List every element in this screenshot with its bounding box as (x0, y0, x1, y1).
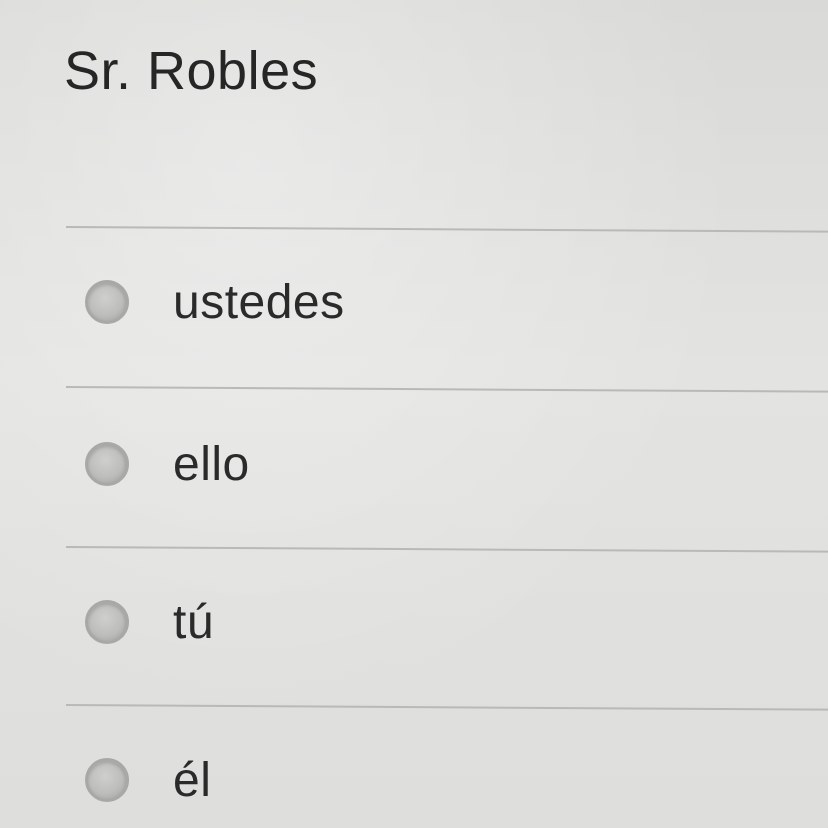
radio-button[interactable] (85, 280, 129, 324)
answer-option-ello[interactable]: ello (85, 434, 250, 494)
divider (65, 546, 828, 553)
radio-button[interactable] (85, 442, 129, 486)
option-label: ello (173, 437, 250, 491)
answer-option-ustedes[interactable]: ustedes (85, 272, 345, 332)
divider (65, 386, 828, 393)
option-label: ustedes (173, 275, 345, 329)
divider (65, 704, 828, 711)
answer-option-tu[interactable]: tú (85, 592, 214, 652)
option-label: tú (173, 595, 215, 649)
radio-button[interactable] (85, 600, 129, 644)
radio-button[interactable] (85, 758, 129, 802)
option-label: él (173, 753, 212, 807)
question-prompt: Sr. Robles (64, 41, 319, 101)
quiz-page: Sr. Robles ustedes ello tú él (0, 0, 828, 828)
divider (65, 226, 828, 233)
answer-option-el[interactable]: él (85, 750, 211, 810)
